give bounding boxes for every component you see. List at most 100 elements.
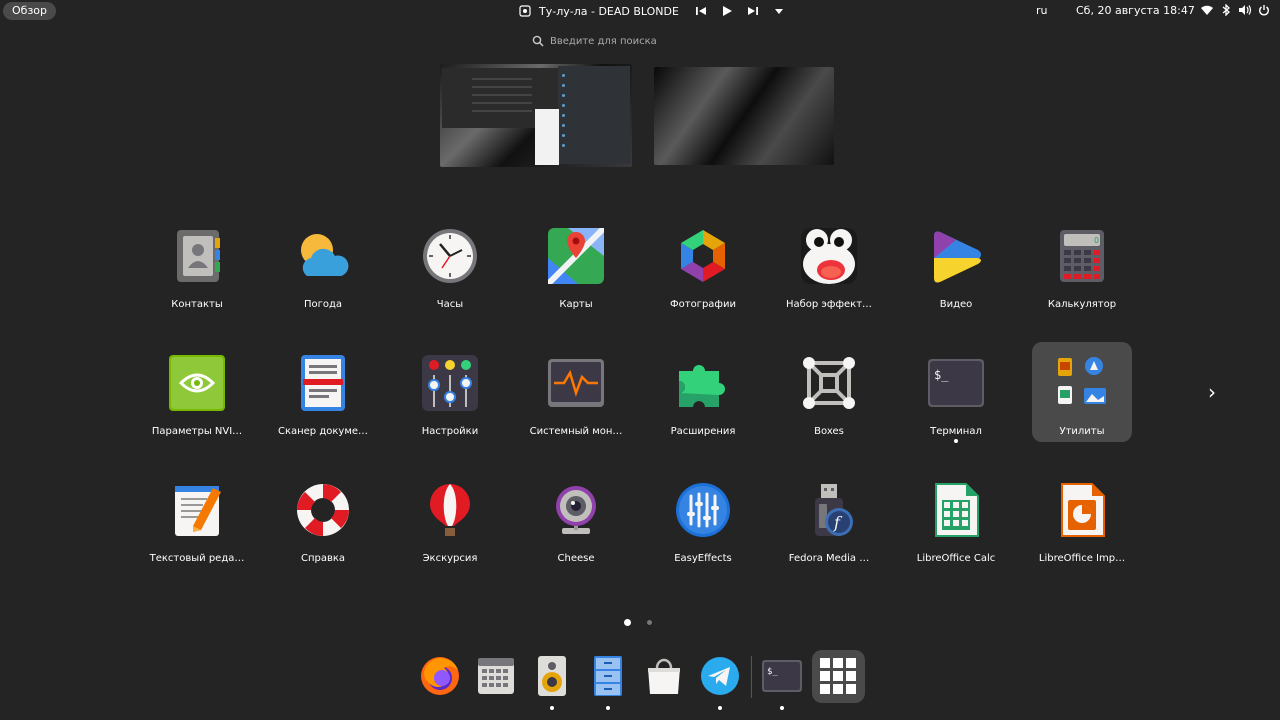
app-label: Набор эффект…: [785, 299, 873, 310]
date-time[interactable]: Сб, 20 августа 18:47: [1076, 4, 1195, 17]
software-icon: [648, 658, 680, 694]
overview-button[interactable]: Обзор: [3, 2, 57, 20]
system-tray[interactable]: [1200, 3, 1271, 17]
dock-separator: [751, 656, 752, 698]
app-label: Карты: [559, 299, 593, 310]
app-text-editor[interactable]: Текстовый реда…: [147, 475, 247, 575]
settings-icon: [422, 355, 478, 411]
workspace-thumbnail-2[interactable]: [654, 67, 834, 165]
app-system-monitor[interactable]: Системный мон…: [526, 348, 626, 448]
telegram-icon: [701, 657, 739, 695]
page-dot-active[interactable]: [624, 619, 631, 626]
app-contacts[interactable]: Контакты: [147, 221, 247, 321]
dock-rhythmbox[interactable]: [530, 654, 574, 710]
dock-software[interactable]: [642, 654, 686, 698]
next-page-chevron-icon[interactable]: ›: [1208, 380, 1216, 404]
app-cheese[interactable]: Cheese: [526, 475, 626, 575]
spreadsheet-icon: [928, 482, 984, 538]
app-label: Контакты: [171, 299, 223, 310]
dock-telegram[interactable]: [698, 654, 742, 710]
utilities-folder-icon: [1054, 354, 1110, 410]
page-indicator: [624, 619, 652, 626]
app-label: Cheese: [557, 553, 595, 564]
keyboard-layout-indicator[interactable]: ru: [1036, 4, 1048, 17]
equalizer-icon: [675, 482, 731, 538]
files-icon: [594, 656, 622, 696]
app-label: Fedora Media …: [788, 553, 870, 564]
app-videos[interactable]: Видео: [906, 221, 1006, 321]
app-label: Сканер докуме…: [277, 426, 369, 437]
workspace-thumbnail-1[interactable]: [440, 64, 632, 167]
dock-terminal[interactable]: $_: [760, 654, 804, 710]
show-apps-button[interactable]: [812, 650, 865, 703]
presentation-icon: [1054, 482, 1110, 538]
previous-track-icon[interactable]: [693, 3, 709, 19]
search-input[interactable]: [550, 35, 740, 47]
app-fedora-media-writer[interactable]: f Fedora Media …: [779, 475, 879, 575]
nvidia-icon: [169, 355, 225, 411]
app-terminal[interactable]: $_ Терминал: [906, 348, 1006, 448]
app-photos[interactable]: Фотографии: [653, 221, 753, 321]
dock-calendar[interactable]: [474, 654, 518, 698]
app-label: Экскурсия: [422, 553, 478, 564]
app-label: Видео: [939, 299, 973, 310]
boxes-icon: [801, 355, 857, 411]
puzzle-piece-icon: [675, 355, 731, 411]
page-dot[interactable]: [647, 620, 652, 625]
weather-icon: [295, 228, 351, 284]
app-document-scanner[interactable]: Сканер докуме…: [273, 348, 373, 448]
app-help[interactable]: Справка: [273, 475, 373, 575]
app-settings[interactable]: Настройки: [400, 348, 500, 448]
svg-text:0: 0: [1094, 236, 1099, 245]
app-nvidia-settings[interactable]: Параметры NVI…: [147, 348, 247, 448]
search-bar[interactable]: [532, 32, 752, 50]
app-label: Параметры NVI…: [151, 426, 243, 437]
usb-drive-icon: f: [801, 482, 857, 538]
app-soundboard[interactable]: Набор эффект…: [779, 221, 879, 321]
firefox-icon: [421, 657, 459, 695]
play-icon[interactable]: [719, 3, 735, 19]
search-icon: [532, 35, 544, 47]
wifi-icon[interactable]: [1200, 3, 1214, 17]
app-weather[interactable]: Погода: [273, 221, 373, 321]
app-easyeffects[interactable]: EasyEffects: [653, 475, 753, 575]
hot-air-balloon-icon: [422, 482, 478, 538]
app-label: Текстовый реда…: [149, 553, 245, 564]
contacts-icon: [169, 228, 225, 284]
app-folder-utilities[interactable]: Утилиты: [1032, 342, 1132, 442]
app-libreoffice-calc[interactable]: LibreOffice Calc: [906, 475, 1006, 575]
volume-icon[interactable]: [1238, 3, 1252, 17]
window-preview-menu[interactable]: [535, 109, 559, 165]
app-maps[interactable]: Карты: [526, 221, 626, 321]
power-icon[interactable]: [1257, 3, 1271, 17]
dock-firefox[interactable]: [418, 654, 462, 698]
app-tour[interactable]: Экскурсия: [400, 475, 500, 575]
app-grid-icon: [820, 658, 856, 694]
app-label: Утилиты: [1059, 426, 1105, 437]
app-libreoffice-impress[interactable]: LibreOffice Imp…: [1032, 475, 1132, 575]
video-play-icon: [928, 228, 984, 284]
svg-text:$_: $_: [934, 368, 949, 382]
calculator-icon: 0: [1054, 228, 1110, 284]
terminal-icon: $_: [762, 660, 802, 692]
terminal-icon: $_: [928, 355, 984, 411]
system-monitor-icon: [548, 355, 604, 411]
app-calculator[interactable]: 0 Калькулятор: [1032, 221, 1132, 321]
calendar-icon: [478, 658, 514, 694]
media-indicator[interactable]: Ту-лу-ла - DEAD BLONDE: [519, 0, 797, 22]
running-indicator: [780, 706, 784, 710]
app-clocks[interactable]: Часы: [400, 221, 500, 321]
app-extensions[interactable]: Расширения: [653, 348, 753, 448]
webcam-icon: [548, 482, 604, 538]
app-label: LibreOffice Imp…: [1038, 553, 1126, 564]
svg-text:$_: $_: [767, 667, 778, 677]
chevron-down-icon[interactable]: [771, 3, 787, 19]
window-preview-telegram[interactable]: [558, 66, 630, 164]
lifebuoy-icon: [295, 482, 351, 538]
app-label: Погода: [303, 299, 343, 310]
text-editor-icon: [169, 482, 225, 538]
dock-files[interactable]: [586, 654, 630, 710]
app-boxes[interactable]: Boxes: [779, 348, 879, 448]
bluetooth-icon[interactable]: [1219, 3, 1233, 17]
next-track-icon[interactable]: [745, 3, 761, 19]
